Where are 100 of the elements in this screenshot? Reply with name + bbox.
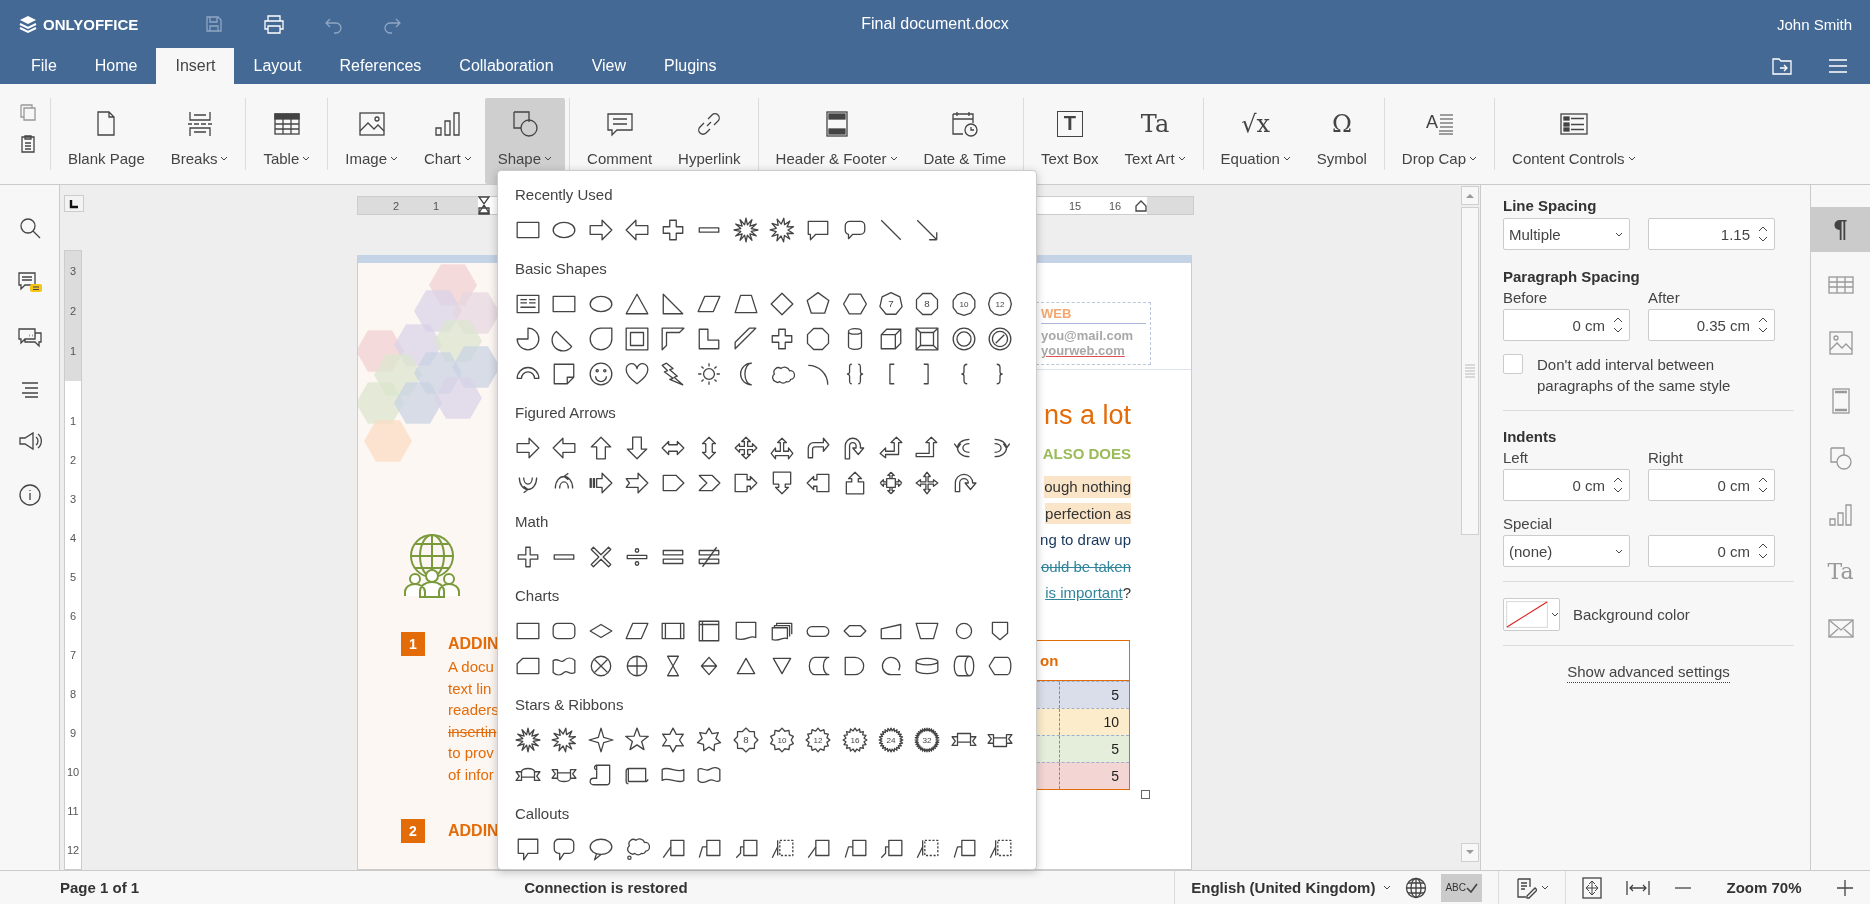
status-message: Connection is restored (524, 879, 688, 896)
toolbar-button[interactable]: Content Controls (1499, 98, 1649, 184)
advanced-settings-link[interactable]: Show advanced settings (1567, 662, 1730, 683)
link[interactable]: is important (1045, 582, 1123, 604)
menu-tab[interactable]: File (12, 48, 76, 84)
table-cell-text: 10 (1102, 712, 1120, 732)
paragraph-text: readers (448, 700, 499, 720)
heading-text: ns a lot (1043, 400, 1131, 431)
section-title: Figured Arrows (515, 403, 617, 423)
ruler-number: 5 (68, 569, 78, 585)
symbol-icon: Ω (1331, 110, 1352, 138)
paragraph-text: insertin (448, 721, 498, 742)
menu-tab[interactable]: References (320, 48, 441, 84)
heptagon-icon[interactable]: 7 (877, 290, 904, 317)
paragraph-text: A docu (448, 657, 495, 677)
octagon-icon[interactable]: 8 (914, 290, 941, 317)
section-title: Math (515, 512, 550, 532)
section-title: Line Spacing (1503, 196, 1598, 216)
ruler-number: 16 (1107, 199, 1123, 212)
toolbar-button[interactable]: Header & Footer (762, 98, 911, 184)
indent-left-field[interactable]: 0 cm (1503, 469, 1630, 501)
section-title: Indents (1503, 427, 1558, 447)
user-name: John Smith (1776, 15, 1852, 33)
toolbar-button[interactable]: Ta Text Art (1111, 98, 1199, 184)
settings-tab[interactable]: ¶ (1811, 207, 1870, 252)
page-count: Page 1 of 1 (60, 879, 140, 896)
ruler-number: 3 (68, 491, 78, 507)
text-art-icon: Ta (1140, 110, 1170, 138)
ruler-number: 2 (68, 452, 78, 468)
toolbar-button[interactable]: Breaks (157, 98, 242, 184)
ruler-number: 12 (65, 842, 81, 858)
language-selector[interactable]: English (United Kingdom) (1191, 879, 1392, 896)
text-art-icon: Ta (1827, 558, 1854, 585)
ruler-number: 2 (68, 304, 78, 319)
section-heading: ADDIN (448, 634, 499, 654)
section-title: Callouts (515, 804, 571, 824)
contact-label: WEB (1041, 306, 1146, 324)
toolbar-button[interactable]: T Text Box (1028, 98, 1112, 184)
menu-tab[interactable]: Home (75, 48, 157, 84)
field-label: Background color (1573, 604, 1690, 625)
logo-text: ONLYOFFICE (43, 15, 139, 33)
number-badge: 2 (401, 819, 425, 843)
seal-icon[interactable]: 8 (732, 726, 759, 753)
ruler-number: 7 (68, 647, 78, 663)
field-label: Left (1503, 448, 1530, 468)
field-label: Before (1503, 288, 1549, 308)
paragraph-text: to prov (448, 743, 495, 763)
punctuation-text: ? (1122, 583, 1131, 603)
field-label: After (1648, 288, 1681, 308)
menu-tab[interactable]: View (572, 48, 646, 84)
toolbar-button[interactable]: A Drop Cap (1388, 98, 1491, 184)
special-indent-field[interactable]: 0 cm (1648, 535, 1775, 567)
ruler-number: 6 (68, 608, 78, 624)
line-spacing-dropdown[interactable]: Multiple (1503, 218, 1630, 250)
text-box-icon: T (1056, 111, 1083, 137)
toolbar-button[interactable]: Date & Time (910, 98, 1020, 184)
section-title: Charts (515, 586, 561, 606)
field-label: Special (1503, 514, 1554, 534)
line-spacing-field[interactable]: 1.15 (1648, 218, 1775, 250)
paragraph-icon: ¶ (1832, 216, 1849, 243)
section-heading: ADDIN (448, 821, 499, 841)
table-cell-text: 5 (1110, 739, 1120, 759)
number-badge: 1 (401, 632, 425, 656)
menu-tab[interactable]: Insert (156, 48, 235, 84)
subheading-text: ALSO DOES (1042, 445, 1131, 462)
ruler-number: 9 (68, 725, 78, 741)
special-indent-dropdown[interactable]: (none) (1503, 535, 1630, 567)
ruler-number: 1 (68, 413, 78, 429)
highlighted-text: ough nothing (1044, 476, 1131, 498)
ruler-number: 10 (65, 764, 81, 780)
toolbar-button[interactable]: Ω Symbol (1303, 98, 1380, 184)
toolbar-button[interactable]: Chart (411, 98, 485, 184)
highlighted-text: perfection as (1045, 502, 1131, 524)
zoom-level: Zoom 70% (1725, 879, 1803, 896)
indent-right-field[interactable]: 0 cm (1648, 469, 1775, 501)
toolbar-button[interactable]: Hyperlink (665, 98, 754, 184)
ruler-number: 15 (1067, 199, 1083, 212)
field-label: Right (1648, 448, 1685, 468)
ruler-number: 2 (391, 199, 401, 212)
paragraph-text: text lin (448, 678, 493, 699)
spacing-after-field[interactable]: 0.35 cm (1648, 309, 1775, 341)
spell-check-button[interactable]: ABC (1441, 873, 1482, 902)
checkbox-label: Don't add interval between paragraphs of the same style (1537, 355, 1732, 396)
menu-tab[interactable]: Plugins (645, 48, 736, 84)
email-text: you@mail.com (1041, 328, 1135, 343)
section-title: Basic Shapes (515, 259, 608, 279)
menu-tab[interactable]: Collaboration (440, 48, 573, 84)
toolbar-button[interactable]: Comment (574, 98, 666, 184)
website-text: yourweb.com (1041, 343, 1126, 358)
toolbar-button[interactable]: Table (250, 98, 324, 184)
document-title: Final document.docx (860, 15, 1010, 33)
ruler-number: 1 (68, 344, 78, 359)
toolbar-button[interactable]: Blank Page (55, 98, 158, 184)
toolbar-button[interactable]: √x Equation (1207, 98, 1304, 184)
toolbar-button[interactable]: Image (332, 98, 411, 184)
paragraph-text: of infor (448, 764, 495, 785)
spacing-before-field[interactable]: 0 cm (1503, 309, 1630, 341)
menu-tab[interactable]: Layout (234, 48, 321, 84)
equation-icon: √x (1241, 110, 1271, 138)
section-title: Recently Used (515, 185, 614, 205)
